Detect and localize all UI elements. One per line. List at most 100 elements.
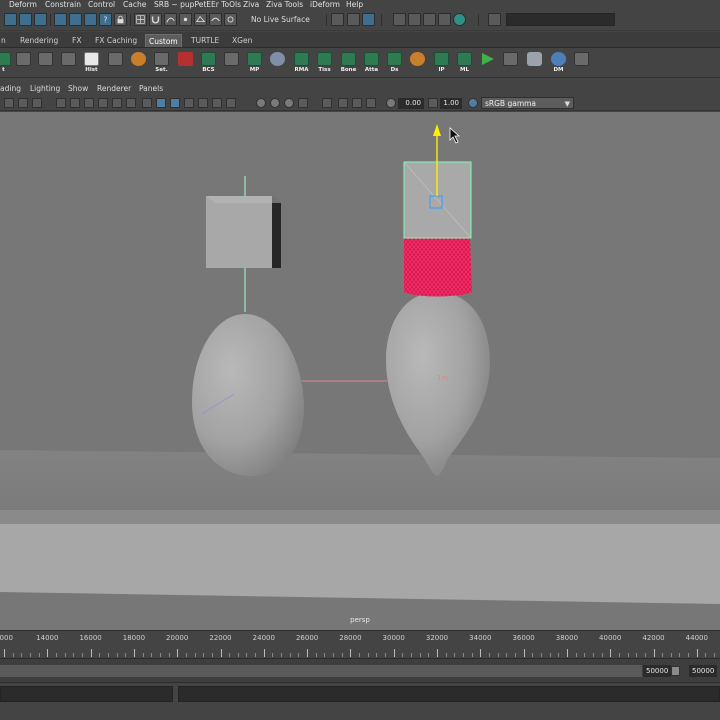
left-blob-mesh[interactable] [192,314,304,476]
motion-blur-icon[interactable] [270,98,280,108]
field-chart-icon[interactable] [126,98,136,108]
time-slider[interactable]: 2000 14000 16000 18000 20000 22000 24000 26000 2… [0,630,720,658]
menu-control[interactable]: Control [88,0,115,9]
handles-mask-icon[interactable] [54,13,67,26]
menu-ziva-tools[interactable]: Ziva Tools [266,0,303,9]
snap-grid-icon[interactable] [134,13,147,26]
image-plane-icon[interactable] [70,98,80,108]
view-transform-dropdown[interactable]: sRGB gamma ▼ [481,97,574,109]
ipr-render-icon[interactable] [423,13,436,26]
left-cube[interactable] [206,196,281,268]
shelf-button-ds[interactable]: Ds [385,52,404,74]
menu-cache[interactable]: Cache [123,0,146,9]
exposure-value[interactable]: 0.00 [398,98,424,109]
snap-magnet-icon[interactable] [149,13,162,26]
snap-view-plane-icon[interactable] [194,13,207,26]
panel-menu-panels[interactable]: Panels [139,82,163,96]
xray-icon[interactable] [338,98,348,108]
mel-command-input[interactable] [0,686,173,702]
snap-surface-icon[interactable] [209,13,222,26]
command-toggle-icon[interactable] [488,13,501,26]
select-component-icon[interactable] [34,13,47,26]
safe-frame-icon[interactable] [84,98,94,108]
shelf-button-chevron[interactable] [106,52,125,74]
shelf-button-bone[interactable]: Bone [339,52,358,74]
exposure-icon[interactable] [386,98,396,108]
camera-icon[interactable] [18,98,28,108]
menu-ziva[interactable]: Ziva [243,0,259,9]
output-ops-icon[interactable] [347,13,360,26]
quick-command-input[interactable] [506,13,615,26]
range-end-field[interactable]: 50000 [643,665,672,677]
construction-history-icon[interactable] [362,13,375,26]
gamma-icon[interactable] [428,98,438,108]
make-live-icon[interactable] [224,13,237,26]
snap-curve-icon[interactable] [164,13,177,26]
shelf-button-ip[interactable]: IP [432,52,451,74]
depth-of-field-icon[interactable] [298,98,308,108]
range-knob[interactable] [671,666,680,676]
shelf-button-joint[interactable] [14,52,33,74]
panel-menu-renderer[interactable]: Renderer [97,82,131,96]
panel-menu-shading[interactable]: ading [0,82,21,96]
xray-joints-icon[interactable] [352,98,362,108]
shelf-button-spheres[interactable] [268,52,287,74]
shelf-button-mp[interactable]: MP [245,52,264,74]
panel-menu-show[interactable]: Show [68,82,88,96]
shelf-button-ball[interactable] [129,52,148,74]
menu-help[interactable]: Help [346,0,363,9]
shelf-button-set[interactable]: Set. [152,52,171,74]
render-settings-icon[interactable] [438,13,451,26]
shelf-button-ml[interactable]: ML [455,52,474,74]
tab-custom[interactable]: Custom [145,34,182,47]
snap-point-icon[interactable] [179,13,192,26]
range-bar[interactable] [0,665,642,677]
shadows-icon[interactable] [226,98,236,108]
smooth-shade-icon[interactable] [170,98,180,108]
shelf-button-target[interactable] [36,52,55,74]
tab-xgen[interactable]: XGen [229,34,255,47]
anti-aliasing-icon[interactable] [284,98,294,108]
shelf-button-map[interactable] [501,52,520,74]
shelf-button-hist[interactable]: Hist [82,52,101,74]
question-mask-icon[interactable]: ? [99,13,112,26]
render-frame-icon[interactable] [393,13,406,26]
select-hierarchy-icon[interactable] [4,13,17,26]
shelf-button-rma[interactable]: RMA [292,52,311,74]
select-object-icon[interactable] [19,13,32,26]
tab-fx[interactable]: FX [69,34,84,47]
textured-icon[interactable] [198,98,208,108]
safe-action-icon[interactable] [142,98,152,108]
shelf-button-atta[interactable]: Atta [362,52,381,74]
move-y-arrow-icon[interactable] [433,124,441,136]
wireframe-icon[interactable] [156,98,166,108]
menu-constrain[interactable]: Constrain [45,0,81,9]
tab-fx-caching[interactable]: FX Caching [92,34,140,47]
shelf-button-play[interactable] [478,52,497,74]
menu-ideform[interactable]: iDeform [310,0,340,9]
perspective-viewport[interactable]: 1m persp [0,112,720,630]
bookmark-icon[interactable] [32,98,42,108]
gamma-value[interactable]: 1.00 [440,98,462,109]
film-gate-icon[interactable] [4,98,14,108]
ambient-occlusion-icon[interactable] [256,98,266,108]
input-ops-icon[interactable] [331,13,344,26]
playback-end-field[interactable]: 50000 [689,665,718,677]
shelf-button-chevron-2[interactable] [572,52,591,74]
shelf-button-ball-2[interactable] [408,52,427,74]
color-management-icon[interactable] [468,98,478,108]
tab-rendering[interactable]: Rendering [17,34,61,47]
menu-srb-puppeteer-tools[interactable]: SRB ~ pupPetEEr ToOls [154,0,241,9]
shelf-button-tiss[interactable]: Tiss [315,52,334,74]
muscle-band[interactable] [404,238,472,297]
shelf-button-drum[interactable] [525,52,544,74]
shelf-button-dm[interactable]: DM [549,52,568,74]
render-current-icon[interactable] [408,13,421,26]
tab-turtle[interactable]: TURTLE [188,34,222,47]
curves-mask-icon[interactable] [84,13,97,26]
isolate-select-icon[interactable] [322,98,332,108]
hypershade-icon[interactable] [453,13,466,26]
menu-deform[interactable]: Deform [9,0,37,9]
resolution-gate-icon[interactable] [98,98,108,108]
xray-active-icon[interactable] [366,98,376,108]
